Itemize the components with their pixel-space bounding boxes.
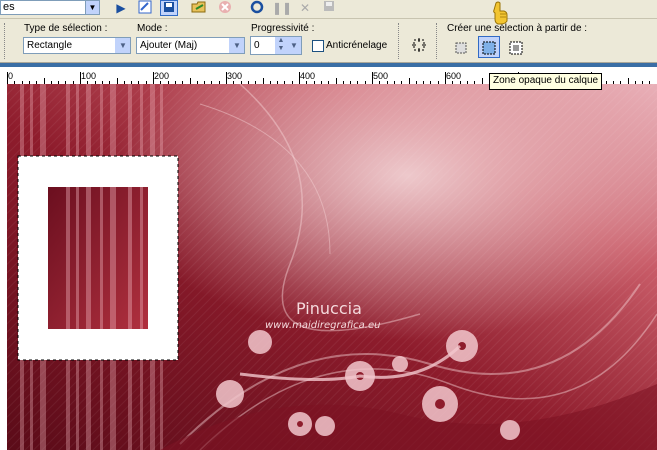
- opaque-layer-area-button[interactable]: [478, 36, 500, 58]
- chevron-down-icon[interactable]: ▼: [85, 1, 99, 14]
- mode-select[interactable]: Ajouter (Maj) ▼: [136, 37, 245, 54]
- mode-value: Ajouter (Maj): [140, 40, 198, 51]
- ruler-tick: [299, 72, 300, 84]
- ruler-label: 100: [81, 71, 97, 81]
- image-canvas[interactable]: Pinuccia www.maidiregrafica.eu: [0, 84, 657, 450]
- ruler-tick: [372, 72, 373, 84]
- selection-type-select[interactable]: Rectangle ▼: [23, 37, 131, 54]
- watermark-name: Pinuccia: [296, 299, 362, 318]
- script-toolbar: es ▼ ▶ ❚❚ ✕: [0, 0, 657, 19]
- save-icon[interactable]: [320, 0, 338, 16]
- chevron-down-icon[interactable]: ▼: [287, 37, 301, 54]
- watermark-site: www.maidiregrafica.eu: [265, 320, 381, 331]
- ruler-label: 200: [154, 71, 170, 81]
- chevron-down-icon[interactable]: ▼: [115, 38, 130, 53]
- separator: [436, 23, 439, 59]
- ruler-tick: [7, 72, 8, 84]
- feather-stepper[interactable]: 0 ▲ ▼ ▼: [250, 36, 302, 55]
- hand-pointer-icon: [490, 1, 510, 28]
- antialias-checkbox[interactable]: [312, 40, 324, 52]
- open-folder-icon[interactable]: [190, 0, 208, 16]
- pause-icon[interactable]: ❚❚: [272, 0, 292, 16]
- antialias-label: Anticrénelage: [326, 40, 388, 51]
- ruler-tick: [445, 72, 446, 84]
- stop-icon[interactable]: ✕: [296, 0, 314, 16]
- spin-updown-icon[interactable]: ▲ ▼: [275, 37, 287, 54]
- selection-from-mask-icon[interactable]: [450, 37, 472, 59]
- play-icon[interactable]: ▶: [112, 0, 130, 16]
- mode-label: Mode :: [137, 23, 168, 34]
- ruler-tick: [80, 72, 81, 84]
- ruler-label: 400: [300, 71, 316, 81]
- palette-grip[interactable]: [4, 23, 7, 59]
- feather-value[interactable]: 0: [254, 40, 260, 51]
- canvas-artwork: [0, 84, 657, 450]
- ruler-top-bar: [0, 63, 657, 67]
- save-script-icon[interactable]: [160, 0, 178, 16]
- chevron-down-icon[interactable]: ▼: [229, 38, 244, 53]
- selection-type-value: Rectangle: [27, 40, 73, 51]
- preset-combo-value: es: [3, 1, 15, 13]
- script-edit-icon[interactable]: [136, 0, 154, 16]
- tooltip: Zone opaque du calque: [489, 73, 603, 90]
- selection-from-layer-icon[interactable]: [505, 37, 527, 59]
- selection-type-label: Type de sélection :: [24, 23, 108, 34]
- preset-combo[interactable]: es ▼: [0, 0, 100, 15]
- ruler-label: 500: [373, 71, 389, 81]
- ruler-label: 600: [446, 71, 462, 81]
- separator: [398, 23, 401, 59]
- ruler-tick: [153, 72, 154, 84]
- ruler-label: 300: [227, 71, 243, 81]
- vertical-ruler: [0, 84, 7, 450]
- tool-options-palette: Type de sélection : Rectangle ▼ Mode : A…: [0, 1, 657, 63]
- create-from-label: Créer une sélection à partir de :: [447, 23, 588, 34]
- ruler-label: 0: [8, 71, 14, 81]
- feather-label: Progressivité :: [251, 23, 315, 34]
- cancel-icon[interactable]: [216, 0, 234, 16]
- record-icon[interactable]: [248, 0, 266, 16]
- custom-selection-icon[interactable]: [408, 34, 430, 56]
- ruler-tick: [226, 72, 227, 84]
